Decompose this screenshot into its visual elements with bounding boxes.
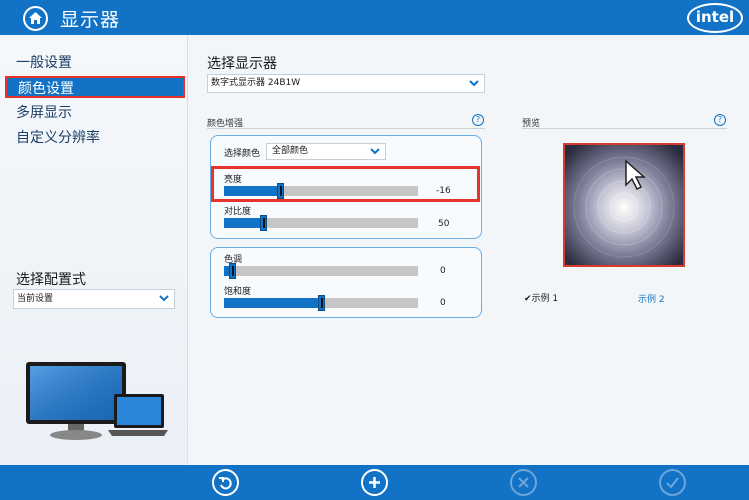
color-select-label: 选择颜色 — [224, 149, 261, 159]
hue-value: 0 — [440, 266, 446, 276]
add-button[interactable] — [361, 469, 388, 496]
sample-1-option[interactable]: ✔示例 1 — [524, 291, 558, 304]
slider-fill — [224, 218, 263, 228]
help-icon[interactable]: ? — [472, 114, 484, 126]
sidebar-item-multi-display[interactable]: 多屏显示 — [16, 102, 72, 124]
cancel-icon — [518, 477, 529, 488]
preview-image — [563, 143, 685, 267]
apply-button[interactable] — [659, 469, 686, 496]
sidebar-item-general[interactable]: 一般设置 — [16, 52, 72, 74]
home-icon — [29, 12, 42, 24]
brightness-highlight — [211, 166, 480, 202]
contrast-value: 50 — [438, 219, 450, 229]
contrast-label: 对比度 — [224, 207, 252, 217]
home-button[interactable] — [23, 6, 48, 31]
slider-thumb[interactable] — [229, 263, 236, 279]
slider-fill — [224, 298, 321, 308]
display-select[interactable]: 数字式显示器 24B1W — [207, 74, 485, 93]
undo-button[interactable] — [212, 469, 239, 496]
sidebar-item-color[interactable]: 颜色设置 — [5, 76, 185, 98]
saturation-value: 0 — [440, 298, 446, 308]
profile-select[interactable]: 当前设置 — [13, 289, 175, 309]
profile-label: 选择配置式 — [16, 272, 86, 288]
app-title: 显示器 — [60, 9, 121, 31]
divider — [522, 128, 727, 129]
plus-icon — [369, 477, 380, 488]
intel-logo: intel — [687, 3, 743, 33]
divider — [207, 128, 485, 129]
help-icon[interactable]: ? — [714, 114, 726, 126]
chevron-down-icon — [469, 80, 479, 87]
profile-select-value: 当前设置 — [17, 294, 54, 304]
preview-graphic — [565, 145, 683, 265]
title-bar: 显示器 intel — [0, 0, 749, 35]
hue-slider[interactable] — [224, 263, 418, 279]
saturation-label: 饱和度 — [224, 287, 252, 297]
color-select-value: 全部颜色 — [272, 146, 309, 156]
bottom-bar — [0, 465, 749, 500]
display-select-value: 数字式显示器 24B1W — [211, 78, 301, 88]
apply-check-icon — [666, 477, 679, 489]
sidebar: 一般设置 颜色设置 多屏显示 自定义分辨率 选择配置式 当前设置 — [0, 35, 188, 465]
undo-icon — [219, 477, 232, 490]
saturation-slider[interactable] — [224, 295, 418, 311]
monitor-illustration — [26, 362, 168, 440]
color-select[interactable]: 全部颜色 — [266, 143, 386, 160]
chevron-down-icon — [370, 148, 380, 155]
sidebar-item-custom-resolution[interactable]: 自定义分辨率 — [16, 127, 100, 149]
sample-2-option[interactable]: 示例 2 — [638, 292, 665, 305]
select-display-title: 选择显示器 — [207, 56, 277, 72]
slider-thumb[interactable] — [318, 295, 325, 311]
cancel-button[interactable] — [510, 469, 537, 496]
slider-thumb[interactable] — [260, 215, 267, 231]
chevron-down-icon — [159, 295, 169, 302]
contrast-slider[interactable] — [224, 215, 418, 231]
